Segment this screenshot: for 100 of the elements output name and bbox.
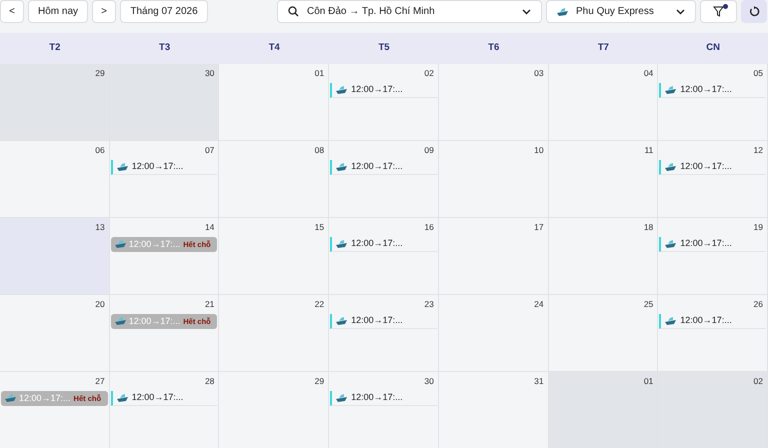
day-cell[interactable]: 05 12:00→17:... [658,64,768,141]
day-number: 02 [424,67,435,80]
route-text: Côn Đảo → Tp. Hồ Chí Minh [307,5,436,19]
trip-time: 12:00→17:... [351,391,403,404]
operator-text: Phu Quy Express [576,5,655,19]
day-number: 27 [95,375,106,388]
day-number: 11 [644,144,654,157]
trip-time: 12:00→17:... [680,237,732,250]
trip-event[interactable]: 12:00→17:... [330,314,437,329]
next-button[interactable]: > [92,0,116,23]
weekday-header: T5 [377,41,391,56]
weekday-header: CN [705,41,721,56]
route-select[interactable]: Côn Đảo → Tp. Hồ Chí Minh [277,0,542,23]
weekday-header: T7 [596,41,610,56]
day-cell[interactable]: 06 [0,141,110,218]
day-cell[interactable]: 30 [110,64,220,141]
trip-event[interactable]: 12:00→17:... [110,390,218,406]
day-number: 02 [754,375,764,388]
day-cell[interactable]: 25 [548,295,658,372]
day-number: 15 [314,221,326,234]
day-number: 03 [534,67,545,80]
day-cell[interactable]: 13 [0,218,110,295]
trip-time: 12:00→17:... [128,314,180,328]
day-number: 22 [314,298,326,311]
trip-time: 12:00→17:... [128,238,180,250]
operator-select[interactable]: Phu Quy Express [546,0,696,23]
trip-time: 12:00→17:... [132,391,184,404]
trip-event[interactable]: 12:00→17:... [659,82,766,98]
trip-event[interactable]: 12:00→17:... [110,160,218,175]
day-number: 18 [644,221,654,234]
day-cell[interactable]: 03 [438,64,549,141]
day-cell[interactable]: 10 [438,141,549,218]
day-number: 10 [534,144,545,157]
trip-event[interactable]: 12:00→17:... [330,82,437,98]
day-number: 31 [534,375,545,388]
day-cell[interactable]: 26 12:00→17:... [658,295,768,372]
trip-event[interactable]: 12:00→17:... [659,314,766,329]
day-number: 21 [204,298,216,311]
day-number: 25 [644,298,654,311]
day-number: 30 [424,375,435,388]
weekday-header: T2 [48,41,62,56]
day-cell[interactable]: 02 [658,372,768,448]
day-cell[interactable]: 12 12:00→17:... [658,141,768,218]
day-cell[interactable]: 23 12:00→17:... [329,295,439,372]
day-cell[interactable]: 09 12:00→17:... [329,141,439,218]
weekday-header: T4 [268,41,281,56]
day-number: 24 [534,298,545,311]
trip-time: 12:00→17:... [132,160,184,173]
day-cell[interactable]: 17 [438,218,549,295]
day-number: 17 [534,221,545,234]
trip-event[interactable]: 12:00→17:... [330,390,437,406]
day-number: 05 [754,67,764,80]
day-cell[interactable]: 08 [219,141,330,218]
trip-time: 12:00→17:... [351,160,403,173]
day-number: 20 [95,298,106,311]
trip-event[interactable]: 12:00→17:... [330,160,437,175]
day-cell[interactable]: 15 [219,218,330,295]
day-number: 12 [754,144,764,157]
trip-event[interactable]: 12:00→17:... [659,236,766,252]
trip-time: 12:00→17:... [680,83,732,96]
trip-time: 12:00→17:... [351,83,403,96]
day-number: 19 [754,221,764,234]
day-number: 06 [95,144,106,157]
day-cell[interactable]: 02 12:00→17:... [329,64,439,141]
day-cell[interactable]: 24 [438,295,549,372]
trip-time: 12:00→17:... [19,392,71,404]
day-cell[interactable]: 07 12:00→17:... [110,141,220,218]
trip-event[interactable]: 12:00→17:... [659,160,766,175]
day-cell[interactable]: 30 12:00→17:... [329,372,439,448]
day-cell[interactable]: 18 [548,218,658,295]
trip-event[interactable]: 12:00→17:... [330,236,437,252]
trip-time: 12:00→17:... [351,314,403,327]
trip-time: 12:00→17:... [351,237,403,250]
day-number: 08 [314,144,326,157]
month-button[interactable]: Tháng 07 2026 [120,0,208,23]
day-number: 09 [424,144,435,157]
day-number: 23 [424,298,435,311]
today-button[interactable]: Hôm nay [28,0,88,23]
day-cell[interactable]: 01 [219,64,330,141]
day-cell[interactable]: 28 12:00→17:... [110,372,220,448]
day-number: 30 [204,67,216,80]
day-cell[interactable]: 11 [548,141,658,218]
weekday-header: T3 [158,41,172,56]
day-number: 01 [314,67,326,80]
day-cell[interactable]: 20 [0,295,110,372]
day-number: 29 [95,67,106,80]
day-number: 29 [314,375,326,388]
day-number: 04 [644,67,654,80]
previous-button[interactable]: < [0,0,24,23]
day-cell[interactable]: 04 [548,64,658,141]
day-number: 07 [204,144,216,157]
day-number: 14 [204,221,216,234]
trip-time: 12:00→17:... [680,160,732,173]
day-cell[interactable]: 19 12:00→17:... [658,218,768,295]
day-number: 13 [95,221,106,234]
day-cell[interactable]: 01 [548,372,658,448]
day-cell[interactable]: 29 [0,64,110,141]
day-cell[interactable]: 22 [219,295,330,372]
day-cell[interactable]: 16 12:00→17:... [329,218,439,295]
day-number: 26 [754,298,764,311]
